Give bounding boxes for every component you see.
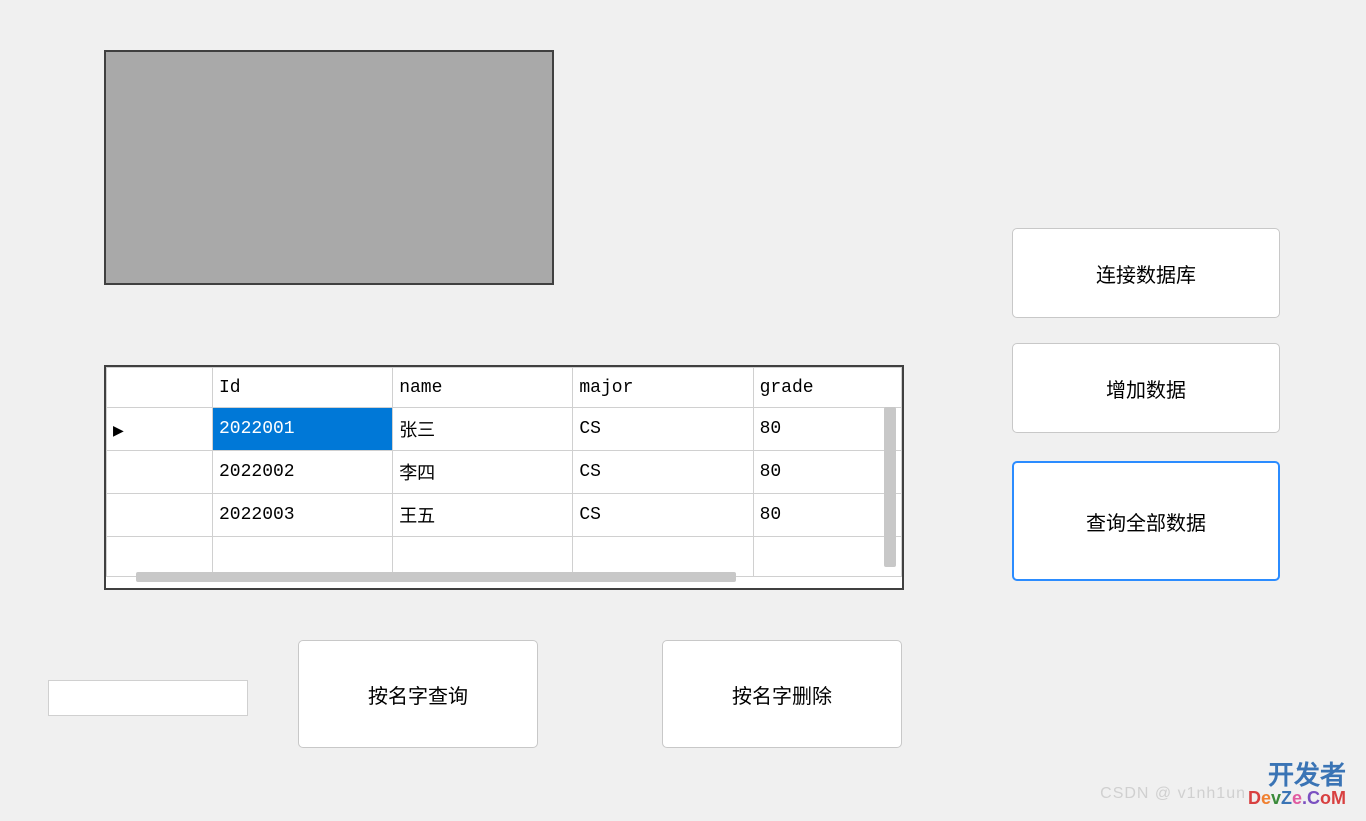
connect-database-button[interactable]: 连接数据库: [1012, 228, 1280, 318]
watermark-line2: DevZe.CoM: [1248, 789, 1346, 809]
image-placeholder-panel: [104, 50, 554, 285]
cell-major[interactable]: CS: [573, 494, 753, 537]
data-grid[interactable]: Id name major grade ▶2022001张三CS80202200…: [104, 365, 904, 590]
empty-cell[interactable]: [753, 537, 901, 577]
empty-cell[interactable]: [107, 537, 213, 577]
cell-name[interactable]: 王五: [393, 494, 573, 537]
delete-by-name-button[interactable]: 按名字删除: [662, 640, 902, 748]
csdn-watermark: CSDN @ v1nh1un: [1100, 785, 1246, 803]
header-major[interactable]: major: [573, 368, 753, 408]
header-blank: [107, 368, 213, 408]
name-input[interactable]: [48, 680, 248, 716]
cell-grade[interactable]: 80: [753, 408, 901, 451]
table-row-empty[interactable]: [107, 537, 902, 577]
watermark-line1: 开发者: [1248, 761, 1346, 790]
header-id[interactable]: Id: [213, 368, 393, 408]
table-row[interactable]: 2022003王五CS80: [107, 494, 902, 537]
horizontal-scrollbar[interactable]: [136, 572, 736, 582]
cell-name[interactable]: 张三: [393, 408, 573, 451]
vertical-scrollbar[interactable]: [884, 407, 896, 567]
cell-name[interactable]: 李四: [393, 451, 573, 494]
cell-id[interactable]: 2022002: [213, 451, 393, 494]
triangle-right-icon: ▶: [113, 423, 124, 440]
empty-cell[interactable]: [213, 537, 393, 577]
table-header-row: Id name major grade: [107, 368, 902, 408]
query-all-data-button[interactable]: 查询全部数据: [1012, 461, 1280, 581]
cell-grade[interactable]: 80: [753, 451, 901, 494]
header-name[interactable]: name: [393, 368, 573, 408]
add-data-button[interactable]: 增加数据: [1012, 343, 1280, 433]
query-by-name-button[interactable]: 按名字查询: [298, 640, 538, 748]
cell-major[interactable]: CS: [573, 451, 753, 494]
empty-cell[interactable]: [393, 537, 573, 577]
row-indicator-cell[interactable]: ▶: [107, 408, 213, 451]
row-indicator-cell[interactable]: [107, 451, 213, 494]
row-indicator-cell[interactable]: [107, 494, 213, 537]
header-grade[interactable]: grade: [753, 368, 901, 408]
data-table: Id name major grade ▶2022001张三CS80202200…: [106, 367, 902, 577]
empty-cell[interactable]: [573, 537, 753, 577]
table-row[interactable]: 2022002李四CS80: [107, 451, 902, 494]
cell-id[interactable]: 2022003: [213, 494, 393, 537]
cell-grade[interactable]: 80: [753, 494, 901, 537]
table-row[interactable]: ▶ 2022001张三CS80: [107, 408, 902, 451]
cell-major[interactable]: CS: [573, 408, 753, 451]
cell-id[interactable]: 2022001: [213, 408, 393, 451]
site-watermark: 开发者 DevZe.CoM: [1248, 761, 1346, 809]
